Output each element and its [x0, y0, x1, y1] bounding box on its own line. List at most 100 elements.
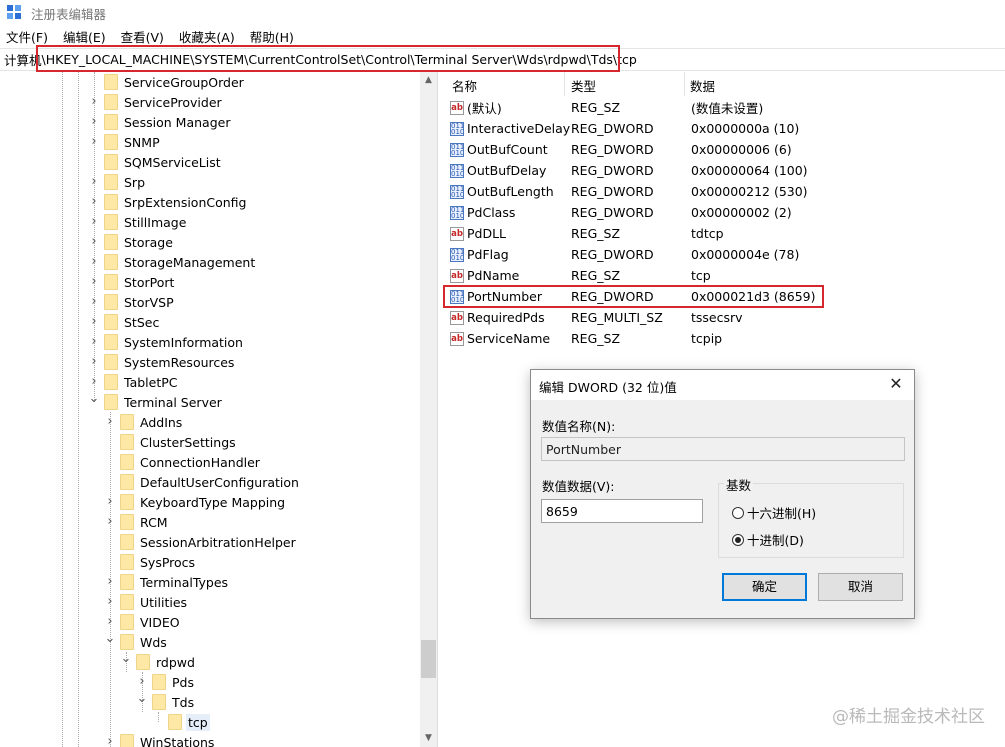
tree-item[interactable]: ⌄ rdpwd — [120, 652, 197, 672]
chevron-right-icon[interactable]: › — [88, 335, 100, 348]
tree-item[interactable]: › Srp — [88, 172, 147, 192]
folder-icon — [120, 554, 134, 570]
radio-dec-circle[interactable] — [732, 533, 744, 546]
value-row[interactable]: ab PdDLL REG_SZ tdtcp — [444, 223, 1004, 244]
close-icon[interactable]: ✕ — [884, 373, 908, 395]
chevron-right-icon[interactable]: › — [88, 195, 100, 208]
tree-item[interactable]: › SystemResources — [88, 352, 236, 372]
value-row[interactable]: 0110 0101OutBufDelay REG_DWORD 0x00000064 … — [444, 160, 1004, 181]
tree-item[interactable]: › WinStations — [104, 732, 216, 747]
chevron-right-icon[interactable]: › — [88, 235, 100, 248]
tree-item[interactable]: › KeyboardType Mapping — [104, 492, 287, 512]
tree-item-label: StSec — [124, 314, 160, 330]
chevron-right-icon[interactable]: › — [104, 415, 116, 428]
tree-item-label: SQMServiceList — [124, 154, 221, 170]
tree-item[interactable]: › AddIns — [104, 412, 184, 432]
tree-item[interactable]: › StillImage — [88, 212, 188, 232]
tree-item[interactable]: › SNMP — [88, 132, 162, 152]
chevron-right-icon[interactable]: › — [88, 95, 100, 108]
ok-button[interactable]: 确定 — [722, 573, 807, 601]
value-row[interactable]: 0110 0101PdClass REG_DWORD 0x00000002 (2) — [444, 202, 1004, 223]
cancel-button[interactable]: 取消 — [818, 573, 903, 601]
tree-item[interactable]: › StorPort — [88, 272, 176, 292]
chevron-down-icon[interactable]: ⌄ — [104, 632, 116, 648]
chevron-right-icon[interactable]: › — [88, 355, 100, 368]
value-row[interactable]: 0110 0101OutBufCount REG_DWORD 0x00000006 … — [444, 139, 1004, 160]
column-header-name[interactable]: 名称 — [452, 76, 477, 95]
tree-item[interactable]: DefaultUserConfiguration — [104, 472, 301, 492]
value-row[interactable]: 0110 0101InteractiveDelayREG_DWORD 0x0000… — [444, 118, 1004, 139]
tree-item[interactable]: › RCM — [104, 512, 170, 532]
chevron-right-icon[interactable]: › — [104, 595, 116, 608]
tree-scrollbar[interactable]: ▲ ▼ — [420, 72, 437, 747]
tree-item[interactable]: › TabletPC — [88, 372, 180, 392]
chevron-down-icon[interactable]: ⌄ — [88, 392, 100, 408]
tree-item[interactable]: tcp — [152, 712, 210, 732]
tree-item[interactable]: › Storage — [88, 232, 175, 252]
tree-item[interactable]: › StSec — [88, 312, 161, 332]
chevron-right-icon[interactable]: › — [136, 675, 148, 688]
radio-hexadecimal[interactable]: 十六进制(H) — [732, 503, 816, 522]
tree-item[interactable]: ⌄ Wds — [104, 632, 169, 652]
tree-item[interactable]: › StorageManagement — [88, 252, 257, 272]
value-row[interactable]: ab PdName REG_SZ tcp — [444, 265, 1004, 286]
tree-guide-line — [62, 72, 63, 747]
chevron-right-icon[interactable]: › — [88, 375, 100, 388]
tree-item[interactable]: › VIDEO — [104, 612, 182, 632]
key-tree-pane[interactable]: ServiceGroupOrder › ServiceProvider › Sessio… — [0, 72, 438, 747]
value-name-cell: PdClass — [467, 205, 516, 220]
tree-item[interactable]: ClusterSettings — [104, 432, 238, 452]
chevron-right-icon[interactable]: › — [88, 295, 100, 308]
radio-hex-circle[interactable] — [732, 506, 744, 519]
chevron-right-icon[interactable]: › — [104, 575, 116, 588]
tree-item[interactable]: ConnectionHandler — [104, 452, 262, 472]
tree-item-label: StorVSP — [124, 294, 174, 310]
chevron-right-icon[interactable]: › — [88, 315, 100, 328]
chevron-right-icon[interactable]: › — [104, 615, 116, 628]
tree-item[interactable]: › ServiceProvider — [88, 92, 224, 112]
tree-item-label: VIDEO — [140, 614, 180, 630]
tree-item[interactable]: › TerminalTypes — [104, 572, 230, 592]
column-header-data[interactable]: 数据 — [690, 76, 715, 95]
value-row[interactable]: 0110 0101PdFlag REG_DWORD 0x0000004e (78) — [444, 244, 1004, 265]
tree-item[interactable]: › Pds — [136, 672, 196, 692]
tree-item-label: SystemResources — [124, 354, 235, 370]
tree-item[interactable]: SQMServiceList — [88, 152, 223, 172]
tree-item[interactable]: SessionArbitrationHelper — [104, 532, 298, 552]
chevron-right-icon[interactable]: › — [88, 115, 100, 128]
chevron-down-icon[interactable]: ⌄ — [120, 652, 132, 668]
value-row[interactable]: ab ServiceName REG_SZ tcpip — [444, 328, 1004, 349]
tree-item-label: Utilities — [140, 594, 188, 610]
radio-decimal[interactable]: 十进制(D) — [732, 530, 804, 549]
tree-item[interactable]: ServiceGroupOrder — [88, 72, 246, 92]
tree-item[interactable]: › SystemInformation — [88, 332, 245, 352]
tree-item[interactable]: ⌄ Tds — [136, 692, 196, 712]
chevron-right-icon[interactable]: › — [104, 515, 116, 528]
tree-item[interactable]: › Utilities — [104, 592, 189, 612]
chevron-right-icon[interactable]: › — [88, 175, 100, 188]
scroll-down-icon[interactable]: ▼ — [420, 730, 437, 747]
column-header-type[interactable]: 类型 — [571, 76, 596, 95]
tree-item[interactable]: › StorVSP — [88, 292, 176, 312]
value-data-cell: tcpip — [691, 331, 723, 346]
chevron-right-icon[interactable]: › — [104, 735, 116, 747]
tree-item[interactable]: SysProcs — [104, 552, 197, 572]
value-data-field[interactable] — [541, 499, 703, 523]
value-row[interactable]: ab (默认) REG_SZ (数值未设置) — [444, 97, 1004, 118]
chevron-right-icon[interactable]: › — [104, 495, 116, 508]
folder-icon — [120, 454, 134, 470]
chevron-right-icon[interactable]: › — [88, 255, 100, 268]
chevron-right-icon[interactable]: › — [88, 215, 100, 228]
chevron-right-icon[interactable]: › — [88, 275, 100, 288]
value-row[interactable]: ab RequiredPds REG_MULTI_SZ tssecsrv — [444, 307, 1004, 328]
scroll-up-icon[interactable]: ▲ — [420, 72, 437, 89]
scroll-thumb[interactable] — [421, 640, 436, 678]
tree-item[interactable]: › Session Manager — [88, 112, 232, 132]
chevron-down-icon[interactable]: ⌄ — [136, 692, 148, 708]
tree-item[interactable]: ⌄ Terminal Server — [88, 392, 224, 412]
value-name-field[interactable] — [541, 437, 905, 461]
value-row[interactable]: 0110 0101OutBufLength REG_DWORD 0x00000212… — [444, 181, 1004, 202]
chevron-right-icon[interactable]: › — [88, 135, 100, 148]
tree-item[interactable]: › SrpExtensionConfig — [88, 192, 248, 212]
